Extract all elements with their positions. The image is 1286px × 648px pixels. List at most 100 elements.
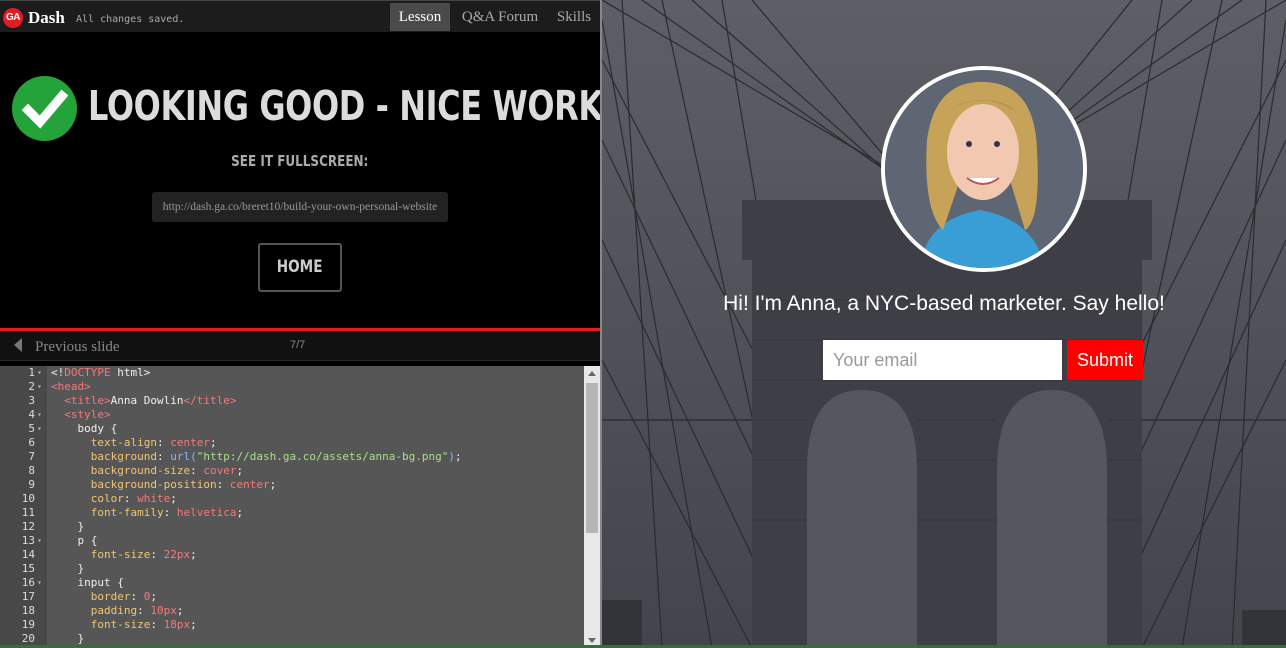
line-number: 5 <box>28 422 35 435</box>
app-name: Dash <box>28 8 65 27</box>
code-token: border <box>90 590 131 603</box>
fold-arrow-icon[interactable]: ▾ <box>37 534 42 548</box>
intro-greeting: Hi! I'm Anna, a NYC-based marketer. Say … <box>723 292 1165 315</box>
code-token: ; <box>269 478 277 491</box>
code-line[interactable]: 2 ▾ <head> <box>0 380 584 394</box>
code-line[interactable]: 1 ▾ <!DOCTYPE html> <box>0 366 584 380</box>
code-token: : <box>123 492 138 505</box>
code-line[interactable]: 9 background-position: center; <box>0 478 584 492</box>
scroll-up-icon[interactable] <box>588 371 596 376</box>
success-panel: LOOKING GOOD - NICE WORK! SEE IT FULLSCR… <box>0 32 617 328</box>
success-headline: LOOKING GOOD - NICE WORK! <box>88 82 617 130</box>
code-token: ; <box>236 506 244 519</box>
code-text: border: 0; <box>51 590 157 604</box>
code-token: 22px <box>163 548 191 561</box>
fold-arrow-icon[interactable]: ▾ <box>37 576 42 590</box>
home-button[interactable]: HOME <box>258 243 342 292</box>
code-text: } <box>51 632 84 646</box>
ga-logo[interactable]: GA <box>3 8 23 28</box>
line-number: 12 <box>21 520 35 533</box>
profile-photo <box>881 66 1087 272</box>
code-line[interactable]: 18 padding: 10px; <box>0 604 584 618</box>
line-number: 10 <box>21 492 35 505</box>
code-line[interactable]: 19 font-size: 18px; <box>0 618 584 632</box>
code-token: ; <box>455 450 462 463</box>
code-token: 18px <box>163 618 191 631</box>
code-token: : <box>150 618 164 631</box>
code-token: 10px <box>150 604 177 617</box>
submit-button[interactable]: Submit <box>1067 340 1143 380</box>
line-number: 3 <box>28 394 35 407</box>
code-token: : <box>163 506 177 519</box>
code-lines[interactable]: 1 ▾ <!DOCTYPE html> 2 ▾ <head> 3 <title>Anna D… <box>0 366 584 646</box>
fold-arrow-icon[interactable]: ▾ <box>37 408 42 422</box>
code-token: ; <box>170 492 177 505</box>
code-token: <style> <box>64 408 111 421</box>
code-line[interactable]: 13 ▾ p { <box>0 534 584 548</box>
line-number: 4 <box>28 408 35 421</box>
code-line[interactable]: 8 background-size: cover; <box>0 464 584 478</box>
line-number: 2 <box>28 380 35 393</box>
fold-arrow-icon[interactable]: ▾ <box>37 422 42 436</box>
code-token: font-family <box>90 506 164 519</box>
code-token: ; <box>176 604 184 617</box>
fullscreen-url[interactable]: http://dash.ga.co/breret10/build-your-ow… <box>152 192 448 222</box>
code-token: : <box>150 548 164 561</box>
chevron-left-icon[interactable] <box>14 338 22 352</box>
code-token: : <box>156 450 171 463</box>
code-line[interactable]: 16 ▾ input { <box>0 576 584 590</box>
code-text: padding: 10px; <box>51 604 184 618</box>
code-token: } <box>51 562 85 575</box>
code-line[interactable]: 17 border: 0; <box>0 590 584 604</box>
code-text: text-align: center; <box>51 436 217 450</box>
tab-lesson[interactable]: Lesson <box>390 3 450 31</box>
code-token: text-align <box>90 436 157 449</box>
website-preview: Hi! I'm Anna, a NYC-based marketer. Say … <box>602 0 1286 648</box>
scroll-down-icon[interactable] <box>588 638 596 643</box>
code-text: } <box>51 562 84 576</box>
editor-scrollbar[interactable] <box>584 366 600 648</box>
code-line[interactable]: 14 font-size: 22px; <box>0 548 584 562</box>
code-token: white <box>137 492 171 505</box>
tab-skills[interactable]: Skills <box>552 3 596 31</box>
code-token: <! <box>51 366 65 379</box>
lesson-pane: GA Dash All changes saved. Lesson Q&A Fo… <box>0 0 617 648</box>
code-text: body { <box>51 422 117 436</box>
code-editor[interactable]: 1 ▾ <!DOCTYPE html> 2 ▾ <head> 3 <title>Anna D… <box>0 366 600 648</box>
tab-qa-forum[interactable]: Q&A Forum <box>455 3 545 31</box>
code-line[interactable]: 4 ▾ <style> <box>0 408 584 422</box>
code-text: p { <box>51 534 97 548</box>
code-token: font-size <box>90 548 151 561</box>
code-line[interactable]: 15 } <box>0 562 584 576</box>
line-number: 9 <box>28 478 35 491</box>
code-token: cover <box>203 464 237 477</box>
code-token: : <box>156 436 171 449</box>
code-token: : <box>216 478 230 491</box>
code-token: : <box>130 590 144 603</box>
code-text: input { <box>51 576 123 590</box>
code-line[interactable]: 10 color: white; <box>0 492 584 506</box>
code-token: } <box>51 632 85 645</box>
code-line[interactable]: 6 text-align: center; <box>0 436 584 450</box>
code-text: <!DOCTYPE html> <box>51 366 150 380</box>
code-line[interactable]: 5 ▾ body { <box>0 422 584 436</box>
code-line[interactable]: 12 } <box>0 520 584 534</box>
fold-arrow-icon[interactable]: ▾ <box>37 380 42 394</box>
code-text: color: white; <box>51 492 177 506</box>
previous-slide-link[interactable]: Previous slide <box>35 339 120 356</box>
code-line[interactable]: 20 } <box>0 632 584 646</box>
email-field[interactable] <box>823 340 1062 380</box>
scrollbar-thumb[interactable] <box>586 383 598 533</box>
code-token: background <box>90 450 157 463</box>
fold-arrow-icon[interactable]: ▾ <box>37 366 42 380</box>
line-number: 6 <box>28 436 35 449</box>
code-line[interactable]: 11 font-family: helvetica; <box>0 506 584 520</box>
code-line[interactable]: 7 background: url("http://dash.ga.co/ass… <box>0 450 584 464</box>
code-token: color <box>90 492 124 505</box>
code-line[interactable]: 3 <title>Anna Dowlin</title> <box>0 394 584 408</box>
